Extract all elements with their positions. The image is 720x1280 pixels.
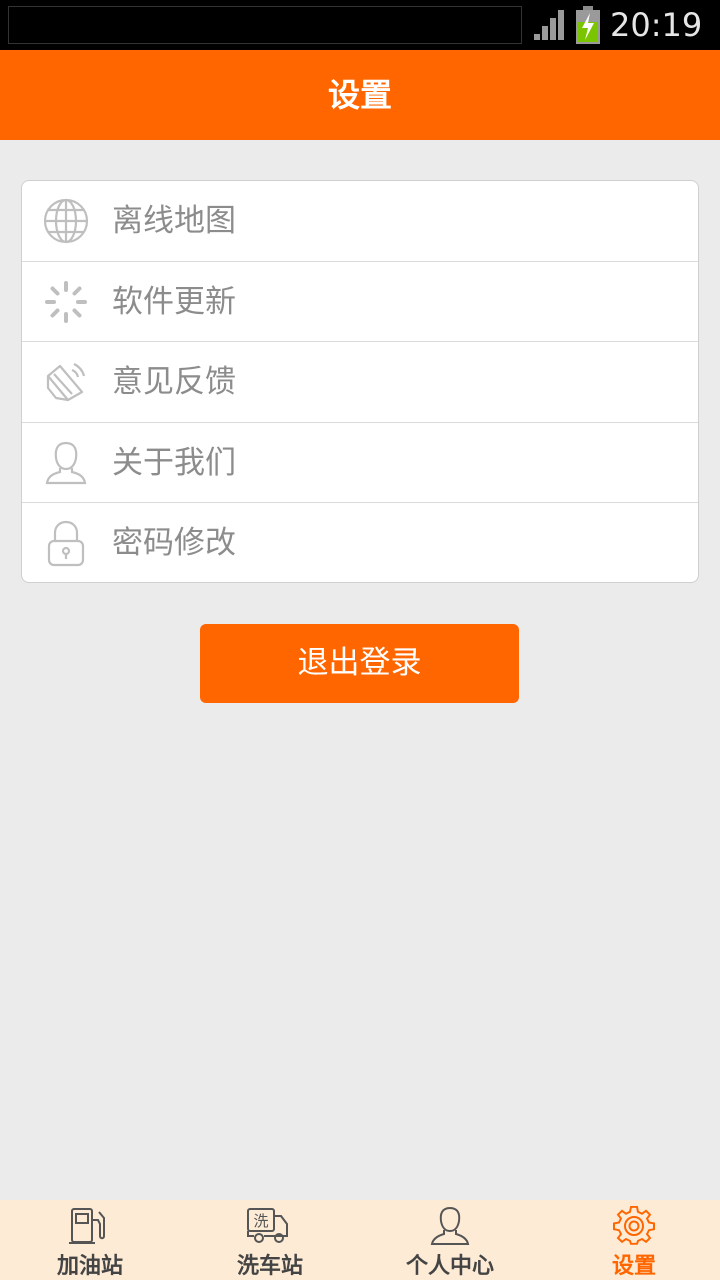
person-icon <box>45 441 87 484</box>
bottom-nav: 加油站 洗 洗车站 个人中心 设置 <box>0 1200 720 1280</box>
settings-item-software-update[interactable]: 软件更新 <box>22 262 698 343</box>
settings-item-label: 关于我们 <box>112 444 236 481</box>
user-profile-icon <box>430 1206 470 1245</box>
status-bar: 20:19 <box>0 0 720 50</box>
settings-item-offline-map[interactable]: 离线地图 <box>22 181 698 262</box>
nav-label: 个人中心 <box>405 1254 494 1279</box>
settings-item-label: 意见反馈 <box>112 364 236 401</box>
settings-item-label: 离线地图 <box>112 203 236 239</box>
battery-charging-icon <box>576 6 600 44</box>
status-clock: 20:19 <box>610 6 703 44</box>
notification-area <box>8 6 522 44</box>
lock-icon <box>47 521 85 567</box>
settings-item-feedback[interactable]: 意见反馈 <box>22 342 698 423</box>
settings-item-label: 软件更新 <box>112 283 236 320</box>
settings-item-change-password[interactable]: 密码修改 <box>22 503 698 582</box>
car-wash-truck-icon: 洗 <box>247 1208 288 1243</box>
nav-tab-car-wash[interactable]: 洗 洗车站 <box>180 1200 360 1280</box>
settings-list: 离线地图 软件更新 意见反馈 关于我们 密码修改 <box>21 180 699 583</box>
settings-item-label: 密码修改 <box>112 525 236 562</box>
signal-strength-icon <box>534 10 564 40</box>
svg-text:洗: 洗 <box>253 1212 268 1230</box>
fuel-pump-icon <box>69 1208 105 1244</box>
settings-item-about-us[interactable]: 关于我们 <box>22 423 698 504</box>
nav-tab-personal-center[interactable]: 个人中心 <box>360 1200 540 1280</box>
nav-label: 洗车站 <box>236 1254 303 1279</box>
nav-label: 加油站 <box>56 1254 123 1279</box>
page-title: 设置 <box>327 76 392 114</box>
nav-tab-gas-station[interactable]: 加油站 <box>0 1200 180 1280</box>
gear-icon <box>613 1206 655 1245</box>
header-bar: 设置 <box>0 50 720 140</box>
loading-spinner-icon <box>45 280 87 323</box>
nav-tab-settings[interactable]: 设置 <box>544 1200 720 1280</box>
nav-label: 设置 <box>611 1254 656 1279</box>
feedback-megaphone-icon <box>46 363 86 402</box>
globe-icon <box>43 198 89 244</box>
logout-button[interactable]: 退出登录 <box>200 624 519 703</box>
